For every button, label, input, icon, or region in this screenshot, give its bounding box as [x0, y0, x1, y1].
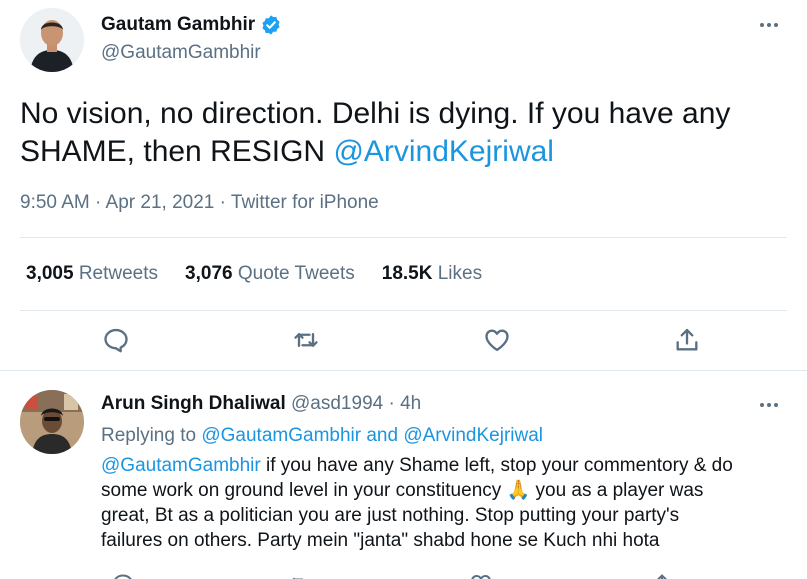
quote-tweets-stat[interactable]: 3,076 Quote Tweets [185, 263, 355, 285]
reply-button[interactable] [98, 322, 134, 358]
reply-header: Arun Singh Dhaliwal @asd1994 · 4h [101, 393, 421, 415]
tweet-actions [0, 322, 807, 358]
more-options-icon[interactable] [757, 18, 781, 32]
reply-text-fragment: you as a player was [530, 480, 704, 501]
reply-text-fragment: if you have any Shame left, stop your co… [260, 455, 733, 476]
reply-icon [114, 574, 132, 579]
reply-text-line: failures on others. Party mein "janta" s… [101, 530, 660, 551]
like-icon [471, 574, 491, 579]
replying-user-link[interactable]: @GautamGambhir [201, 425, 361, 446]
reply-text: @GautamGambhir if you have any Shame lef… [101, 453, 791, 553]
share-icon [657, 574, 667, 579]
reply-actions [0, 568, 807, 579]
author-handle[interactable]: @GautamGambhir [101, 42, 261, 64]
likes-stat[interactable]: 18.5K Likes [382, 263, 482, 285]
tweet-text-line1: No vision, no direction. Delhi is dying.… [20, 97, 731, 130]
reply-share-button[interactable] [650, 572, 674, 579]
like-button[interactable] [479, 322, 515, 358]
section-divider [0, 370, 807, 371]
reply-text-line: great, Bt as a politician you are just n… [101, 505, 680, 526]
tweet-text: No vision, no direction. Delhi is dying.… [20, 95, 790, 171]
quote-count: 3,076 [185, 263, 233, 284]
retweet-icon [292, 577, 303, 579]
reply-icon [104, 328, 128, 353]
like-icon [485, 329, 509, 352]
divider [20, 310, 787, 311]
reply-text-fragment: some work on ground level in your consti… [101, 480, 507, 501]
reply-text-line: @GautamGambhir if you have any Shame lef… [101, 453, 791, 478]
reply-time[interactable]: 4h [400, 393, 421, 414]
verified-badge-icon [262, 15, 280, 35]
reply-more-options-icon[interactable] [757, 398, 781, 412]
reply-retweet-button[interactable] [288, 572, 312, 579]
reply-author-avatar[interactable] [20, 390, 84, 454]
likes-label: Likes [437, 263, 483, 284]
author-name[interactable]: Gautam Gambhir [101, 14, 282, 36]
folded-hands-emoji: 🙏 [506, 480, 531, 501]
avatar-photo [20, 390, 84, 454]
tweet-text-line2: SHAME, then RESIGN @ArvindKejriwal [20, 133, 790, 171]
retweet-icon [294, 333, 318, 347]
replying-prefix: Replying to [101, 425, 202, 446]
retweets-count: 3,005 [26, 263, 74, 284]
tweet-stats: 3,005 Retweets 3,076 Quote Tweets 18.5K … [26, 263, 482, 285]
tweet-text-line2-prefix: SHAME, then RESIGN [20, 135, 334, 168]
author-name-text[interactable]: Gautam Gambhir [101, 14, 255, 36]
divider [20, 237, 787, 238]
share-icon [676, 328, 698, 351]
tweet-meta[interactable]: 9:50 AM · Apr 21, 2021 · Twitter for iPh… [20, 192, 379, 214]
quote-label: Quote Tweets [237, 263, 355, 284]
reply-author-handle[interactable]: @asd1994 [291, 393, 383, 414]
reply-author-name[interactable]: Arun Singh Dhaliwal [101, 393, 286, 414]
mention-link[interactable]: @GautamGambhir [101, 455, 261, 476]
share-button[interactable] [669, 322, 705, 358]
replying-to: Replying to @GautamGambhir and @ArvindKe… [101, 425, 543, 447]
retweets-label: Retweets [78, 263, 159, 284]
reply-like-button[interactable] [469, 572, 493, 579]
reply-reply-button[interactable] [111, 572, 135, 579]
author-avatar[interactable] [20, 8, 84, 72]
reply-separator: · [383, 393, 401, 414]
likes-count: 18.5K [381, 263, 433, 284]
retweets-stat[interactable]: 3,005 Retweets [26, 263, 158, 285]
reply-text-line: some work on ground level in your consti… [101, 478, 791, 503]
retweet-button[interactable] [288, 322, 324, 358]
replying-user-link[interactable]: @ArvindKejriwal [403, 425, 543, 446]
avatar-photo [20, 8, 84, 72]
mention-link[interactable]: @ArvindKejriwal [333, 135, 554, 168]
replying-and: and [361, 425, 404, 446]
